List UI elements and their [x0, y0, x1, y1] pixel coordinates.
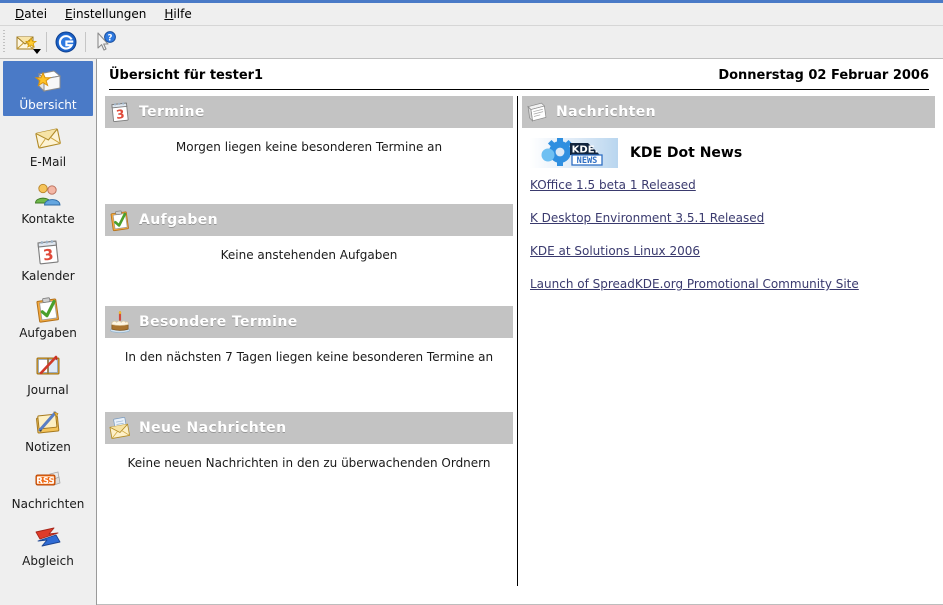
logo-text-sub: NEWS: [577, 156, 598, 166]
news-link-list: KOffice 1.5 beta 1 Released K Desktop En…: [522, 172, 935, 291]
sidebar-item-nachrichten[interactable]: RSS Nachrichten: [3, 460, 93, 515]
toolbar: ?: [0, 26, 943, 59]
whats-this-button[interactable]: ?: [90, 28, 120, 56]
menu-datei[interactable]: Datei: [6, 4, 56, 24]
sidebar-item-label: Kontakte: [21, 212, 75, 226]
section-header: Neue Nachrichten: [105, 412, 513, 444]
svg-text:3: 3: [115, 107, 125, 122]
sidebar-item-label: Journal: [27, 383, 69, 397]
kde-dot-news-logo: KDE. NEWS: [530, 138, 618, 168]
todo-icon: [36, 297, 59, 323]
section-title: Neue Nachrichten: [139, 420, 287, 436]
whats-this-icon: ?: [97, 31, 116, 51]
sidebar-item-label: Übersicht: [19, 98, 77, 112]
section-title: Nachrichten: [556, 104, 656, 120]
svg-text:3: 3: [42, 245, 54, 264]
summary-view: Übersicht für tester1 Donnerstag 02 Febr…: [97, 59, 943, 605]
toolbar-separator: [85, 32, 86, 52]
menu-einstellungen[interactable]: Einstellungen: [56, 4, 155, 24]
section-nachrichten: Nachrichten KDE. NEWS KDE Dot News KOffi…: [522, 96, 935, 291]
section-header: Aufgaben: [105, 204, 513, 236]
go-kontact-button[interactable]: [51, 28, 81, 56]
summary-icon: [34, 70, 62, 93]
section-body: Keine anstehenden Aufgaben: [220, 248, 398, 262]
section-title: Aufgaben: [139, 212, 219, 228]
feed-name: KDE Dot News: [630, 145, 743, 161]
newspaper-icon: [527, 102, 547, 122]
section-besondere-termine: Besondere Termine In den nächsten 7 Tage…: [105, 306, 513, 412]
rss-icon: RSS: [35, 471, 61, 486]
section-neue-nachrichten: Neue Nachrichten Keine neuen Nachrichten…: [105, 412, 513, 470]
summary-left-column: 3 Termine Morgen liegen keine besonderen…: [97, 96, 517, 604]
section-body: Morgen liegen keine besonderen Termine a…: [175, 140, 443, 154]
section-title: Termine: [139, 104, 205, 120]
summary-date: Donnerstag 02 Februar 2006: [718, 68, 929, 83]
kontact-window: Datei Einstellungen Hilfe ? Übersicht E-…: [0, 0, 943, 605]
menu-bar: Datei Einstellungen Hilfe: [0, 3, 943, 26]
sidebar-item-label: Aufgaben: [19, 326, 77, 340]
news-link[interactable]: Launch of SpreadKDE.org Promotional Comm…: [530, 277, 859, 291]
sidebar-item-label: Kalender: [21, 269, 75, 283]
journal-icon: [36, 355, 60, 375]
chevron-down-icon: [33, 49, 41, 54]
sidebar-item-kalender[interactable]: 3 Kalender: [3, 232, 93, 287]
menu-hilfe[interactable]: Hilfe: [155, 4, 200, 24]
section-body: Keine neuen Nachrichten in den zu überwa…: [127, 456, 491, 470]
section-header: Besondere Termine: [105, 306, 513, 338]
new-mail-icon: [109, 417, 131, 439]
section-termine: 3 Termine Morgen liegen keine besonderen…: [105, 96, 513, 204]
svg-text:RSS: RSS: [36, 475, 54, 485]
section-header: 3 Termine: [105, 96, 513, 128]
svg-text:?: ?: [108, 33, 113, 43]
section-body: In den nächsten 7 Tagen liegen keine bes…: [124, 350, 494, 364]
sync-icon: [35, 527, 61, 547]
contacts-icon: [35, 183, 61, 206]
calendar-icon: 3: [37, 240, 59, 264]
calendar-icon: 3: [111, 102, 129, 123]
news-link[interactable]: K Desktop Environment 3.5.1 Released: [530, 211, 764, 225]
page-title: Übersicht für tester1: [109, 68, 264, 83]
sidebar-item-email[interactable]: E-Mail: [3, 118, 93, 173]
globe-g-icon: [55, 31, 77, 53]
toolbar-separator: [46, 32, 47, 52]
summary-columns: 3 Termine Morgen liegen keine besonderen…: [97, 90, 943, 604]
section-title: Besondere Termine: [139, 314, 298, 330]
sidebar-item-aufgaben[interactable]: Aufgaben: [3, 289, 93, 344]
todo-icon: [110, 210, 129, 232]
sidebar-item-label: Nachrichten: [11, 497, 85, 511]
sidebar-item-kontakte[interactable]: Kontakte: [3, 175, 93, 230]
mail-icon: [35, 128, 61, 149]
sidebar-item-label: Notizen: [25, 440, 71, 454]
toolbar-drag-handle[interactable]: [2, 30, 9, 54]
news-link[interactable]: KDE at Solutions Linux 2006: [530, 244, 700, 258]
sidebar-item-ubersicht[interactable]: Übersicht: [3, 61, 93, 116]
news-link[interactable]: KOffice 1.5 beta 1 Released: [530, 178, 696, 192]
feed-header: KDE. NEWS KDE Dot News: [522, 128, 935, 172]
section-header: Nachrichten: [522, 96, 935, 128]
section-aufgaben: Aufgaben Keine anstehenden Aufgaben: [105, 204, 513, 306]
sidebar-item-label: Abgleich: [22, 554, 74, 568]
main-body: Übersicht E-Mail Kontakte 3 Kalender Auf…: [0, 59, 943, 605]
summary-right-column: Nachrichten KDE. NEWS KDE Dot News KOffi…: [518, 96, 943, 604]
notes-icon: [36, 411, 60, 434]
birthday-cake-icon: [109, 310, 131, 333]
new-message-button[interactable]: [12, 28, 42, 56]
logo-text-main: KDE.: [572, 145, 599, 156]
sidebar-item-label: E-Mail: [29, 155, 67, 169]
sidebar: Übersicht E-Mail Kontakte 3 Kalender Auf…: [0, 59, 97, 605]
sidebar-item-notizen[interactable]: Notizen: [3, 403, 93, 458]
sidebar-item-journal[interactable]: Journal: [3, 346, 93, 401]
summary-header: Übersicht für tester1 Donnerstag 02 Febr…: [97, 59, 943, 90]
sidebar-item-abgleich[interactable]: Abgleich: [3, 517, 93, 572]
